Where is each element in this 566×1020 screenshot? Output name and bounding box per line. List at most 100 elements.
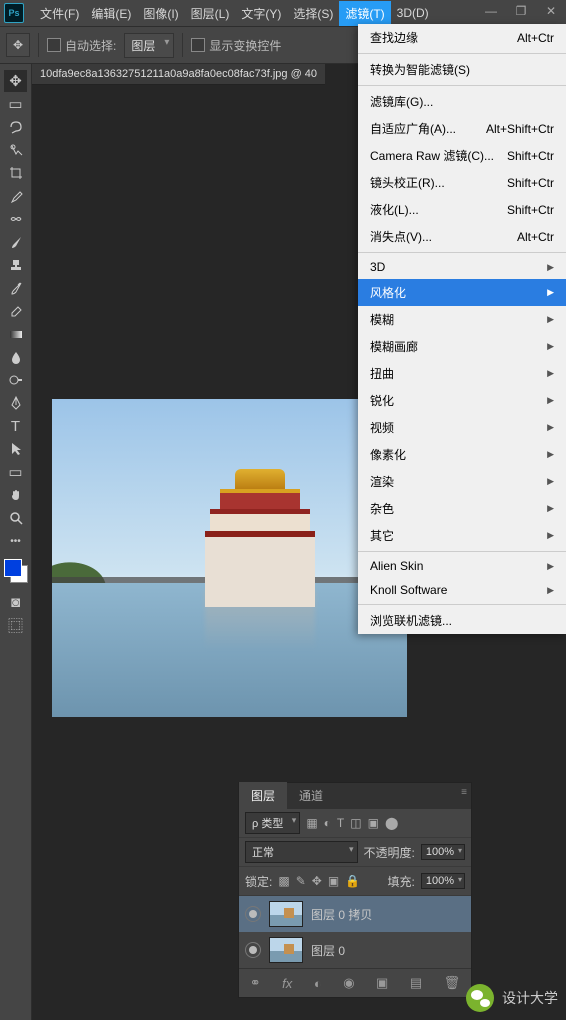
foreground-color[interactable]: [4, 559, 22, 577]
filter-find-edges[interactable]: 查找边缘Alt+Ctr: [358, 24, 566, 51]
path-select-tool[interactable]: [4, 438, 27, 460]
filter-video[interactable]: 视频▶: [358, 414, 566, 441]
delete-layer-icon[interactable]: 🗑: [444, 975, 461, 991]
filter-kind-select[interactable]: ρ 类型: [245, 812, 300, 834]
visibility-toggle[interactable]: [245, 906, 261, 922]
layer-name[interactable]: 图层 0: [311, 942, 345, 959]
fill-value[interactable]: 100%: [421, 873, 465, 889]
new-layer-icon[interactable]: ▤: [410, 975, 422, 991]
edit-toolbar-icon[interactable]: •••: [4, 530, 27, 552]
filter-camera-raw[interactable]: Camera Raw 滤镜(C)...Shift+Ctr: [358, 142, 566, 169]
close-button[interactable]: ✕: [536, 0, 566, 22]
document-tab[interactable]: 10dfa9ec8a13632751211a0a9a8fa0ec08fac73f…: [32, 64, 325, 85]
filter-lens-correction[interactable]: 镜头校正(R)...Shift+Ctr: [358, 169, 566, 196]
auto-select-checkbox[interactable]: 自动选择:: [47, 37, 116, 54]
fill-label: 填充:: [388, 873, 415, 890]
filter-distort[interactable]: 扭曲▶: [358, 360, 566, 387]
menu-type[interactable]: 文字(Y): [235, 1, 287, 26]
brush-tool[interactable]: [4, 231, 27, 253]
move-tool-icon[interactable]: ✥: [6, 33, 30, 57]
tab-layers[interactable]: 图层: [239, 782, 287, 809]
history-brush-tool[interactable]: [4, 277, 27, 299]
filter-shape-icon[interactable]: ◫: [350, 816, 361, 830]
layer-row[interactable]: 图层 0 拷贝: [239, 896, 471, 932]
filter-convert-smart[interactable]: 转换为智能滤镜(S): [358, 56, 566, 83]
opacity-value[interactable]: 100%: [421, 844, 465, 860]
marquee-tool[interactable]: ▭: [4, 93, 27, 115]
visibility-toggle[interactable]: [245, 942, 261, 958]
rectangle-tool[interactable]: ▭: [4, 461, 27, 483]
layer-mask-icon[interactable]: ◐: [314, 976, 322, 991]
filter-stylize[interactable]: 风格化▶: [358, 279, 566, 306]
move-tool[interactable]: ✥: [4, 70, 27, 92]
menu-filter[interactable]: 滤镜(T): [339, 1, 390, 26]
quick-mask-icon[interactable]: ◙: [4, 591, 27, 613]
filter-other[interactable]: 其它▶: [358, 522, 566, 549]
filter-alien-skin[interactable]: Alien Skin▶: [358, 554, 566, 578]
filter-knoll[interactable]: Knoll Software▶: [358, 578, 566, 602]
group-icon[interactable]: ▣: [376, 975, 388, 991]
stamp-tool[interactable]: [4, 254, 27, 276]
crop-tool[interactable]: [4, 162, 27, 184]
gradient-tool[interactable]: [4, 323, 27, 345]
lasso-tool[interactable]: [4, 116, 27, 138]
layer-thumbnail[interactable]: [269, 937, 303, 963]
layer-name[interactable]: 图层 0 拷贝: [311, 906, 372, 923]
filter-vanishing-point[interactable]: 消失点(V)...Alt+Ctr: [358, 223, 566, 250]
tab-channels[interactable]: 通道: [287, 782, 335, 809]
lock-paint-icon[interactable]: ✎: [296, 874, 306, 888]
filter-blur[interactable]: 模糊▶: [358, 306, 566, 333]
filter-sharpen[interactable]: 锐化▶: [358, 387, 566, 414]
blur-tool[interactable]: [4, 346, 27, 368]
color-swatches[interactable]: [4, 559, 28, 583]
eraser-tool[interactable]: [4, 300, 27, 322]
lock-all-icon[interactable]: 🔒: [345, 874, 360, 888]
auto-select-target[interactable]: 图层: [124, 33, 174, 58]
menu-edit[interactable]: 编辑(E): [85, 1, 137, 26]
filter-adaptive-wide[interactable]: 自适应广角(A)...Alt+Shift+Ctr: [358, 115, 566, 142]
filter-noise[interactable]: 杂色▶: [358, 495, 566, 522]
app-logo: Ps: [4, 3, 24, 23]
minimize-button[interactable]: —: [476, 0, 506, 22]
hand-tool[interactable]: [4, 484, 27, 506]
blend-mode-select[interactable]: 正常: [245, 841, 358, 863]
zoom-tool[interactable]: [4, 507, 27, 529]
lock-position-icon[interactable]: ✥: [312, 874, 322, 888]
wechat-watermark: 设计大学: [466, 984, 558, 1012]
filter-blur-gallery[interactable]: 模糊画廊▶: [358, 333, 566, 360]
filter-type-icon[interactable]: T: [337, 816, 344, 830]
link-layers-icon[interactable]: ⚭: [250, 975, 261, 991]
filter-3d[interactable]: 3D▶: [358, 255, 566, 279]
type-tool[interactable]: T: [4, 415, 27, 437]
filter-toggle-icon[interactable]: ⬤: [385, 816, 398, 830]
restore-button[interactable]: ❐: [506, 0, 536, 22]
blend-opacity-row: 正常 不透明度: 100%: [239, 838, 471, 867]
healing-tool[interactable]: [4, 208, 27, 230]
menu-3d[interactable]: 3D(D): [391, 2, 435, 24]
filter-adjust-icon[interactable]: ◐: [324, 816, 331, 830]
quick-select-tool[interactable]: [4, 139, 27, 161]
filter-pixel-icon[interactable]: ▦: [306, 816, 317, 830]
filter-smart-icon[interactable]: ▣: [368, 816, 379, 830]
panel-menu-icon[interactable]: ≡: [461, 787, 467, 798]
layer-thumbnail[interactable]: [269, 901, 303, 927]
screen-mode-icon[interactable]: ⿴: [4, 614, 27, 636]
layer-fx-icon[interactable]: fx: [282, 976, 292, 991]
filter-liquify[interactable]: 液化(L)...Shift+Ctr: [358, 196, 566, 223]
filter-gallery[interactable]: 滤镜库(G)...: [358, 88, 566, 115]
filter-render[interactable]: 渲染▶: [358, 468, 566, 495]
dodge-tool[interactable]: [4, 369, 27, 391]
pen-tool[interactable]: [4, 392, 27, 414]
menu-image[interactable]: 图像(I): [137, 1, 184, 26]
lock-artboard-icon[interactable]: ▣: [328, 874, 339, 888]
menu-file[interactable]: 文件(F): [34, 1, 85, 26]
menu-select[interactable]: 选择(S): [287, 1, 339, 26]
adjustment-layer-icon[interactable]: ◉: [343, 975, 354, 991]
menu-layer[interactable]: 图层(L): [185, 1, 236, 26]
layer-row[interactable]: 图层 0: [239, 932, 471, 968]
filter-pixelate[interactable]: 像素化▶: [358, 441, 566, 468]
show-transform-checkbox[interactable]: 显示变换控件: [191, 37, 281, 54]
lock-pixels-icon[interactable]: ▩: [278, 874, 289, 888]
eyedropper-tool[interactable]: [4, 185, 27, 207]
filter-browse-online[interactable]: 浏览联机滤镜...: [358, 607, 566, 634]
